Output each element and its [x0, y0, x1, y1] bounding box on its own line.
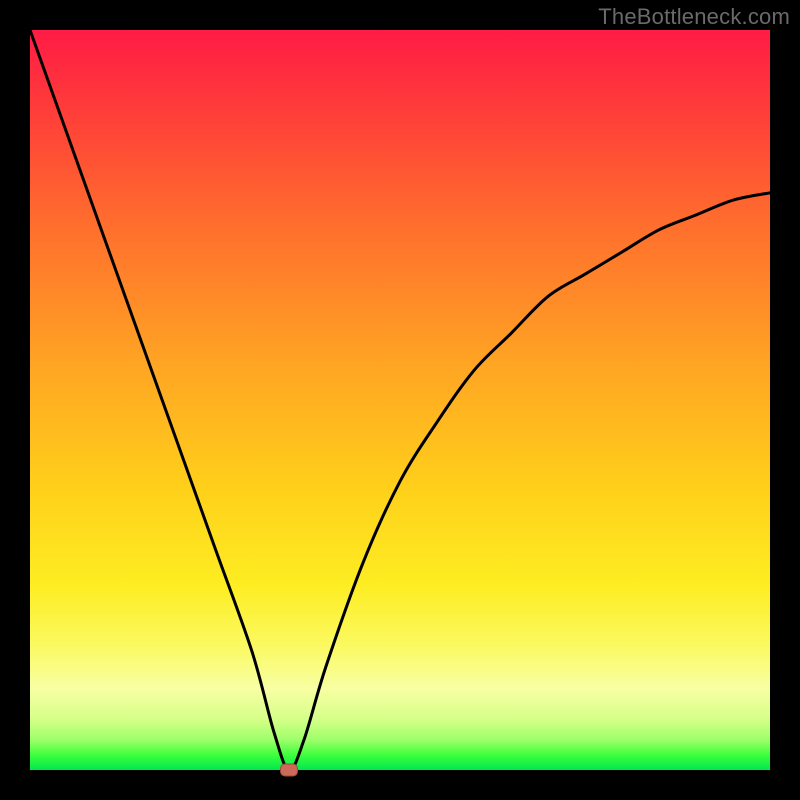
optimal-point-marker — [280, 764, 298, 777]
curve-layer — [30, 30, 770, 770]
chart-frame: TheBottleneck.com — [0, 0, 800, 800]
plot-area — [30, 30, 770, 770]
bottleneck-curve-path — [30, 30, 770, 770]
watermark-text: TheBottleneck.com — [598, 4, 790, 30]
